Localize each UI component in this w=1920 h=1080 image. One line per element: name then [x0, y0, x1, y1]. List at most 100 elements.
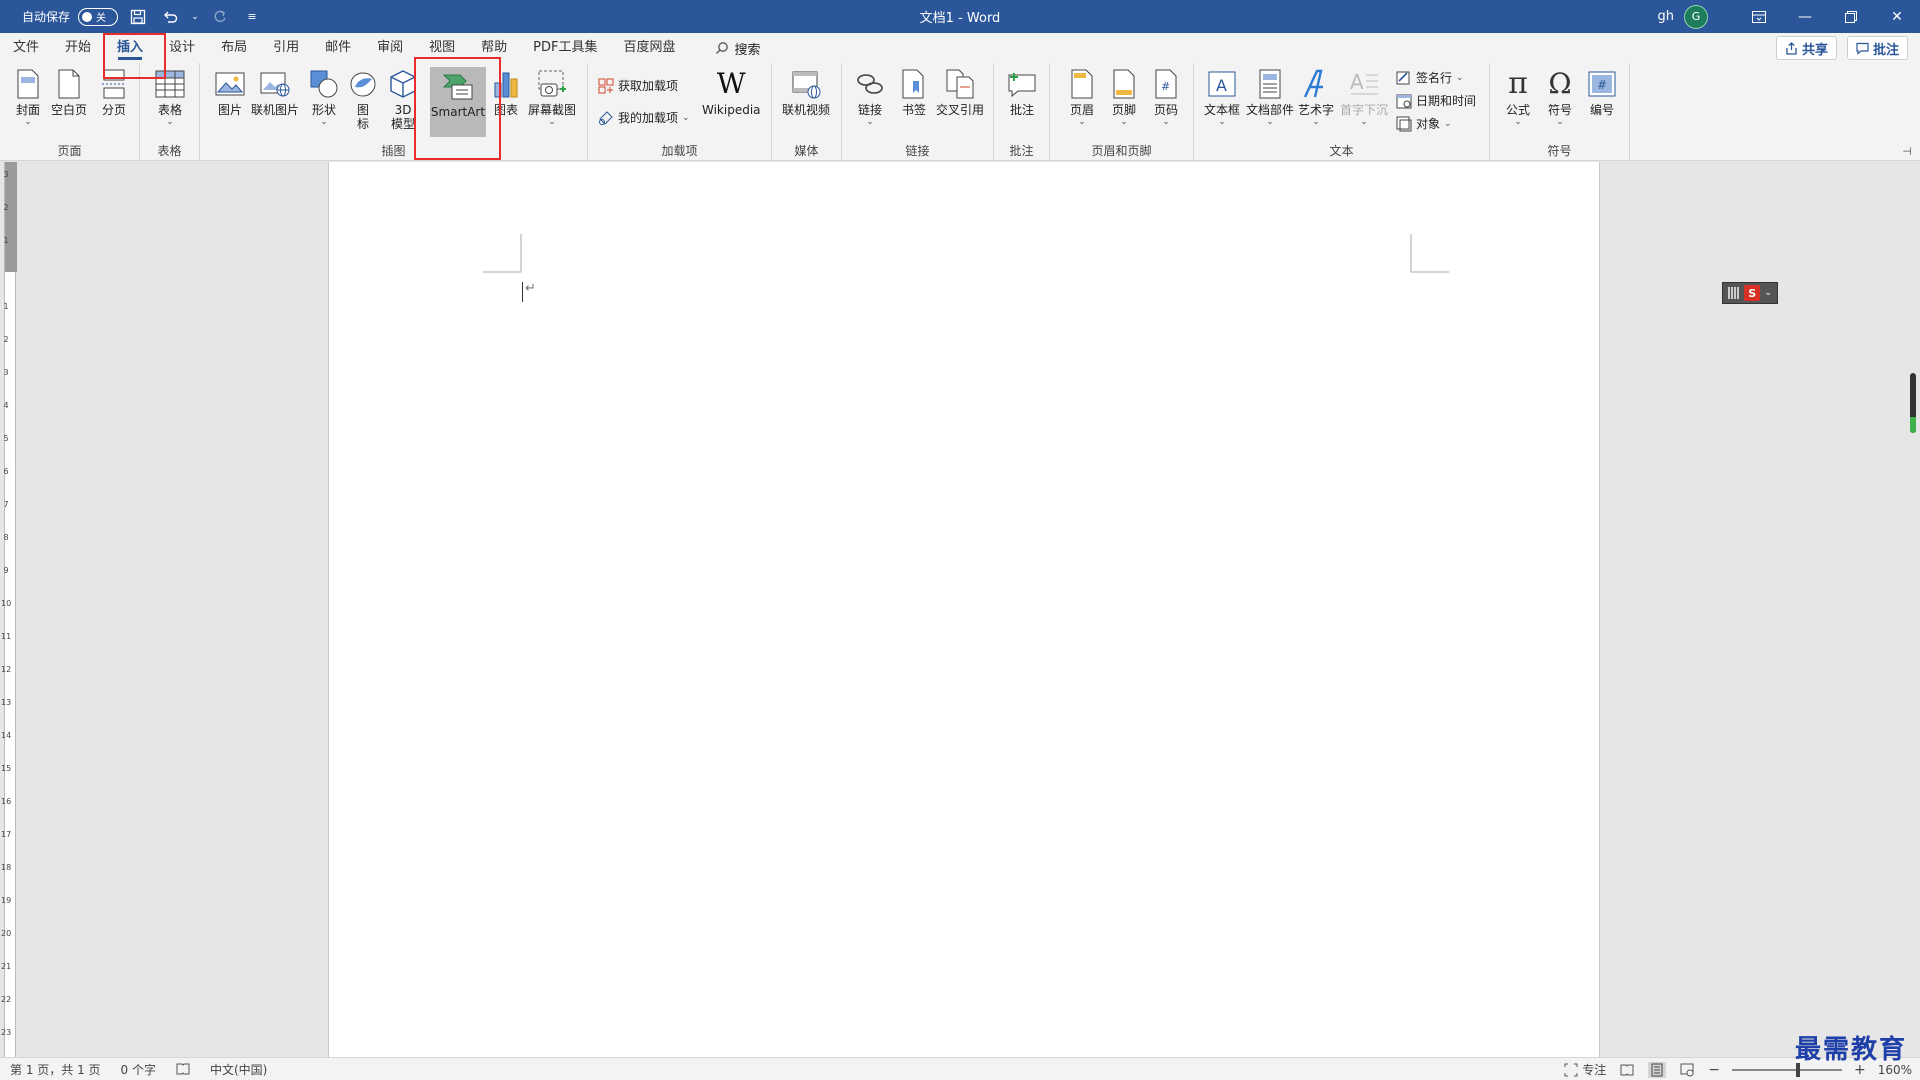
wikipedia-button[interactable]: W Wikipedia	[702, 67, 761, 118]
print-layout-icon[interactable]	[1648, 1061, 1667, 1078]
language-indicator[interactable]: 中文(中国)	[210, 1061, 267, 1078]
ruler-tick-label: 5	[3, 434, 9, 443]
blank-page-button[interactable]: 空白页	[51, 67, 87, 117]
undo-dropdown-icon[interactable]: ⌄	[190, 5, 200, 29]
group-label-tables: 表格	[157, 144, 182, 158]
ruler-tick-label: 15	[1, 764, 12, 773]
bookmark-button[interactable]: 书签	[898, 67, 930, 117]
share-icon	[1786, 41, 1797, 55]
zoom-out-icon[interactable]: −	[1708, 1062, 1720, 1078]
footer-button[interactable]: 页脚 ⌄	[1108, 67, 1140, 127]
ruler-tick-label: 13	[1, 698, 12, 707]
ribbon-display-icon[interactable]	[1736, 0, 1782, 33]
undo-icon[interactable]	[158, 5, 182, 29]
new-comment-button[interactable]: 批注	[1006, 67, 1038, 117]
pin-ribbon-icon[interactable]: ⊣	[1902, 145, 1912, 158]
object-button[interactable]: 对象 ⌄	[1396, 115, 1452, 132]
redo-icon[interactable]	[208, 5, 232, 29]
restore-icon[interactable]	[1828, 0, 1874, 33]
object-icon	[1396, 116, 1412, 132]
svg-text:A: A	[1350, 70, 1364, 94]
online-picture-button[interactable]: 联机图片	[251, 67, 299, 117]
addin-icon	[598, 110, 614, 126]
get-addins-button[interactable]: 获取加载项	[598, 77, 678, 94]
ruler-tick-label: 7	[3, 500, 9, 509]
proofing-icon[interactable]	[176, 1063, 190, 1075]
wordart-button[interactable]: 艺术字 ⌄	[1298, 67, 1334, 127]
tab-mailings[interactable]: 邮件	[312, 33, 364, 63]
online-video-icon	[790, 67, 822, 101]
avatar[interactable]: G	[1684, 4, 1708, 29]
comments-button[interactable]: 批注	[1846, 36, 1908, 60]
signature-line-button[interactable]: 签名行 ⌄	[1396, 69, 1464, 86]
tab-pdf-tools[interactable]: PDF工具集	[520, 33, 610, 63]
symbol-button[interactable]: Ω 符号 ⌄	[1544, 67, 1576, 128]
ruler-tick-label: 20	[1, 929, 12, 938]
footer-icon	[1108, 67, 1140, 101]
group-label-comments: 批注	[1009, 144, 1034, 158]
web-layout-icon[interactable]	[1678, 1062, 1696, 1078]
icons-button[interactable]: 图标	[348, 67, 378, 131]
tab-layout[interactable]: 布局	[208, 33, 260, 63]
autosave-state: 关	[96, 13, 107, 24]
focus-mode-button[interactable]: 专注	[1564, 1061, 1606, 1078]
read-mode-icon[interactable]	[1618, 1062, 1636, 1078]
online-video-button[interactable]: 联机视频	[782, 67, 830, 117]
screenshot-button[interactable]: 屏幕截图 ⌄	[528, 67, 576, 127]
page-count[interactable]: 第 1 页，共 1 页	[10, 1061, 101, 1078]
dropcap-button[interactable]: A 首字下沉 ⌄	[1340, 67, 1388, 127]
group-label-text: 文本	[1329, 144, 1354, 158]
tab-review[interactable]: 审阅	[364, 33, 416, 63]
screenshot-icon	[536, 67, 568, 101]
vertical-scrollbar-thumb[interactable]	[1910, 373, 1916, 433]
group-label-pages: 页面	[57, 144, 82, 158]
tab-references[interactable]: 引用	[260, 33, 312, 63]
vertical-ruler[interactable]: 3 2 1 1 2 3 4 5 6 7 8 9 10 11 12 13 14 15 16 17 18 19 20 21 22 23	[0, 162, 20, 1057]
header-button[interactable]: 页眉 ⌄	[1066, 67, 1098, 127]
comments-label: 批注	[1872, 42, 1899, 58]
margin-corner-top-left	[483, 234, 522, 273]
link-button[interactable]: 链接 ⌄	[854, 67, 886, 127]
chevron-down-icon: ⌄	[1514, 117, 1522, 127]
ime-floating-toolbar[interactable]: S ⌄	[1722, 282, 1778, 304]
object-label: 对象	[1416, 117, 1441, 131]
date-time-label: 日期和时间	[1416, 94, 1477, 108]
group-symbols: π 公式 ⌄ Ω 符号 ⌄ # 编号 符号	[1490, 63, 1630, 161]
symbol-label: 符号	[1547, 103, 1572, 117]
date-time-button[interactable]: 日期和时间	[1396, 92, 1476, 109]
zoom-slider[interactable]	[1731, 1062, 1842, 1077]
save-icon[interactable]	[126, 5, 150, 29]
cross-reference-button[interactable]: 交叉引用	[936, 67, 984, 117]
word-count[interactable]: 0 个字	[121, 1061, 156, 1078]
group-label-media: 媒体	[794, 144, 819, 158]
cover-page-icon	[12, 67, 44, 101]
share-button[interactable]: 共享	[1775, 36, 1837, 60]
customize-toolbar-icon[interactable]: ≡	[240, 5, 264, 29]
close-icon[interactable]: ✕	[1874, 0, 1920, 33]
page-number-button[interactable]: # 页码 ⌄	[1150, 67, 1182, 127]
shapes-button[interactable]: 形状 ⌄	[308, 67, 340, 127]
search-box[interactable]: 搜索	[689, 33, 761, 63]
minimize-icon[interactable]: —	[1782, 0, 1828, 33]
group-links: 链接 ⌄ 书签 交叉引用 链接	[842, 63, 994, 161]
search-icon	[715, 42, 728, 54]
3d-models-label: 3D 模型	[391, 103, 416, 131]
chevron-down-icon: ⌄	[320, 117, 328, 127]
tab-file[interactable]: 文件	[0, 33, 52, 63]
group-illustrations: 图片 联机图片 形状 ⌄ 图标 3D 模型 SmartArt 图表 屏幕截图 ⌄…	[200, 63, 588, 161]
textbox-icon: A	[1206, 67, 1238, 101]
equation-button[interactable]: π 公式 ⌄	[1502, 67, 1534, 128]
autosave-toggle[interactable]: 关	[78, 7, 119, 26]
user-name[interactable]: gh	[1658, 9, 1675, 24]
tab-home[interactable]: 开始	[52, 33, 104, 63]
picture-button[interactable]: 图片	[214, 67, 246, 117]
quick-parts-button[interactable]: 文档部件 ⌄	[1246, 67, 1294, 127]
my-addins-button[interactable]: 我的加载项 ⌄	[598, 109, 690, 126]
cover-page-button[interactable]: 封面 ⌄	[12, 67, 44, 127]
tab-baidu-pan[interactable]: 百度网盘	[610, 33, 688, 63]
textbox-button[interactable]: A 文本框 ⌄	[1204, 67, 1240, 127]
document-page[interactable]: ↵	[328, 162, 1600, 1057]
ruler-tick-label: 6	[3, 467, 9, 476]
ruler-tick-label: 4	[3, 401, 9, 410]
numbering-button[interactable]: # 编号	[1586, 67, 1618, 117]
